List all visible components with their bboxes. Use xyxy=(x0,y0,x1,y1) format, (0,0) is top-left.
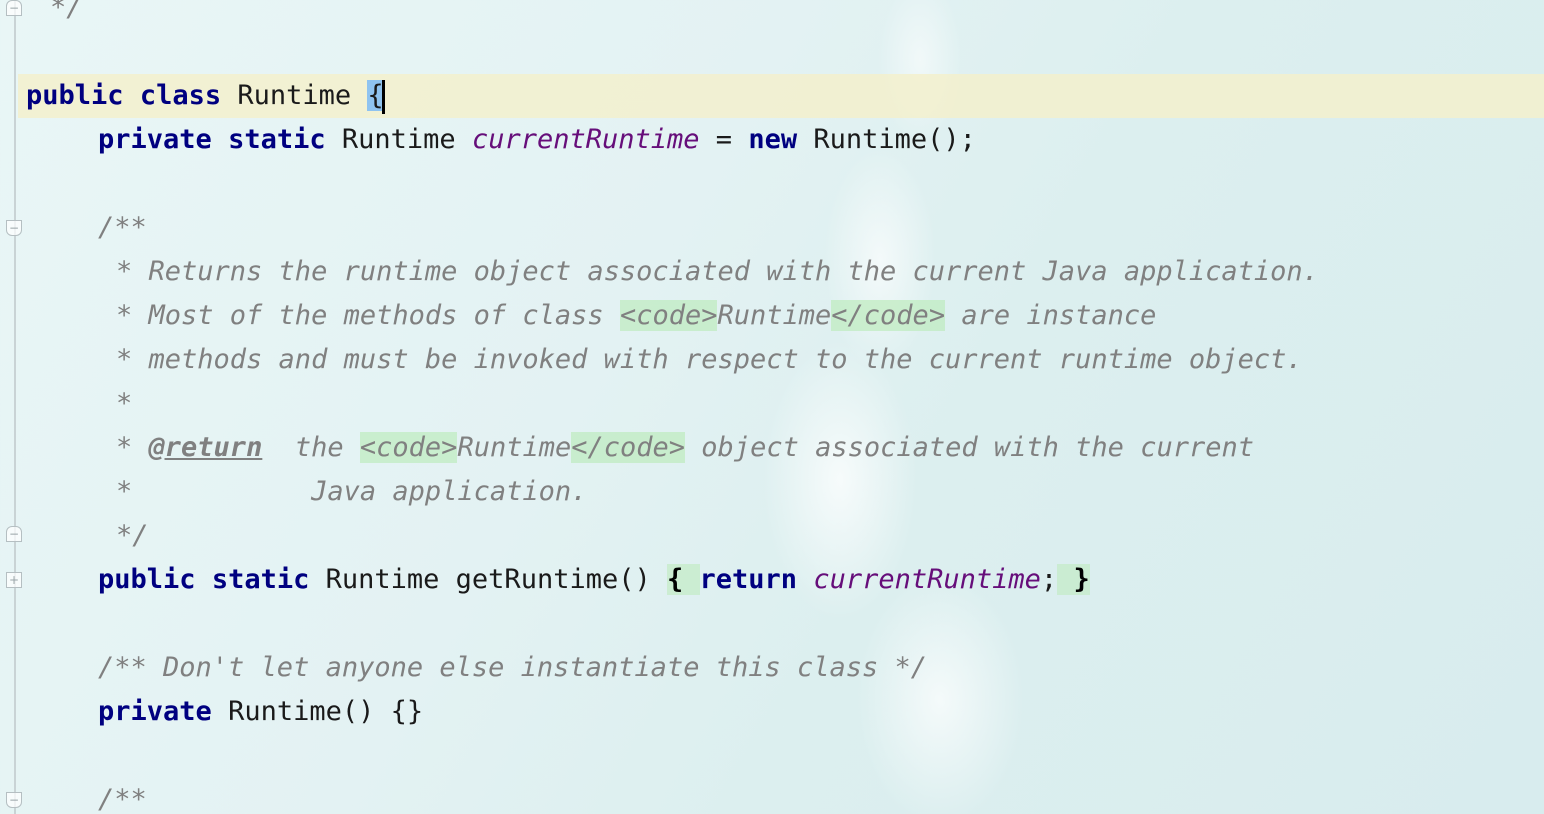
comment-text: */ xyxy=(116,520,149,551)
code-line: private Runtime() {} xyxy=(98,690,423,734)
code-line: * @return the <code>Runtime</code> objec… xyxy=(116,426,1254,470)
code-line: * Most of the methods of class <code>Run… xyxy=(116,294,1156,338)
editor-gutter xyxy=(0,0,16,814)
keyword: new xyxy=(748,124,798,155)
html-tag: <code> xyxy=(619,300,718,331)
keyword: public xyxy=(26,80,124,111)
keyword: class xyxy=(139,80,222,111)
code-line: * Returns the runtime object associated … xyxy=(116,250,1319,294)
fold-collapse-icon[interactable]: − xyxy=(6,220,22,236)
html-tag: <code> xyxy=(359,432,458,463)
folded-block[interactable]: { xyxy=(667,564,700,595)
code-line: */ xyxy=(50,0,83,30)
fold-expand-icon[interactable]: + xyxy=(6,572,22,588)
code-line: * Java application. xyxy=(116,470,587,514)
comment-text: * xyxy=(116,388,133,419)
comment-text: * Returns the runtime object associated … xyxy=(116,256,1319,287)
code-line: */ xyxy=(116,514,149,558)
html-tag: </code> xyxy=(831,300,946,331)
comment-text: /** xyxy=(98,784,147,814)
constructor-call: Runtime(); xyxy=(813,124,976,155)
operator: = xyxy=(715,124,733,155)
code-line: * methods and must be invoked with respe… xyxy=(116,338,1303,382)
keyword: static xyxy=(228,124,326,155)
code-line: * xyxy=(116,382,132,426)
comment-text: the xyxy=(294,432,344,463)
comment-text: * Most of the methods of class xyxy=(116,300,604,331)
fold-end-icon[interactable]: − xyxy=(6,526,22,542)
keyword: private xyxy=(98,124,212,155)
code-line: public static Runtime getRuntime() { ret… xyxy=(98,558,1090,602)
javadoc-tag: @return xyxy=(148,432,263,463)
comment-text: are instance xyxy=(961,300,1157,331)
keyword: private xyxy=(98,696,212,727)
method-signature: Runtime getRuntime() xyxy=(325,564,651,595)
type-name: Runtime xyxy=(341,124,456,155)
field-name: currentRuntime xyxy=(813,564,1041,595)
keyword: return xyxy=(699,564,798,595)
code-line: private static Runtime currentRuntime = … xyxy=(98,118,976,162)
comment-text: Runtime xyxy=(457,432,572,463)
comment-text: /** Don't let anyone else instantiate th… xyxy=(98,652,928,683)
code-line: public class Runtime { xyxy=(26,74,385,118)
comment-text: * methods and must be invoked with respe… xyxy=(116,344,1303,375)
constructor-declaration: Runtime() {} xyxy=(228,696,424,727)
code-line: /** Don't let anyone else instantiate th… xyxy=(98,646,927,690)
fold-end-icon[interactable]: − xyxy=(6,0,22,16)
keyword: static xyxy=(211,564,310,595)
html-tag: </code> xyxy=(571,432,686,463)
text-caret xyxy=(381,79,385,114)
open-brace: { xyxy=(667,564,684,595)
comment-text: object associated with the current xyxy=(701,432,1254,463)
comment-text: Runtime xyxy=(717,300,832,331)
code-line: /** xyxy=(98,778,147,814)
class-name: Runtime xyxy=(237,80,352,111)
folded-block[interactable]: } xyxy=(1057,564,1090,595)
code-line: /** xyxy=(98,206,147,250)
comment-text: /** xyxy=(98,212,147,243)
keyword: public xyxy=(98,564,196,595)
comment-text: * xyxy=(116,432,133,463)
comment-text: * Java application. xyxy=(116,476,588,507)
field-name: currentRuntime xyxy=(471,124,700,155)
comment-text: */ xyxy=(50,0,83,23)
semicolon: ; xyxy=(1040,564,1058,595)
close-brace: } xyxy=(1073,564,1090,595)
fold-collapse-icon[interactable]: − xyxy=(6,792,22,808)
